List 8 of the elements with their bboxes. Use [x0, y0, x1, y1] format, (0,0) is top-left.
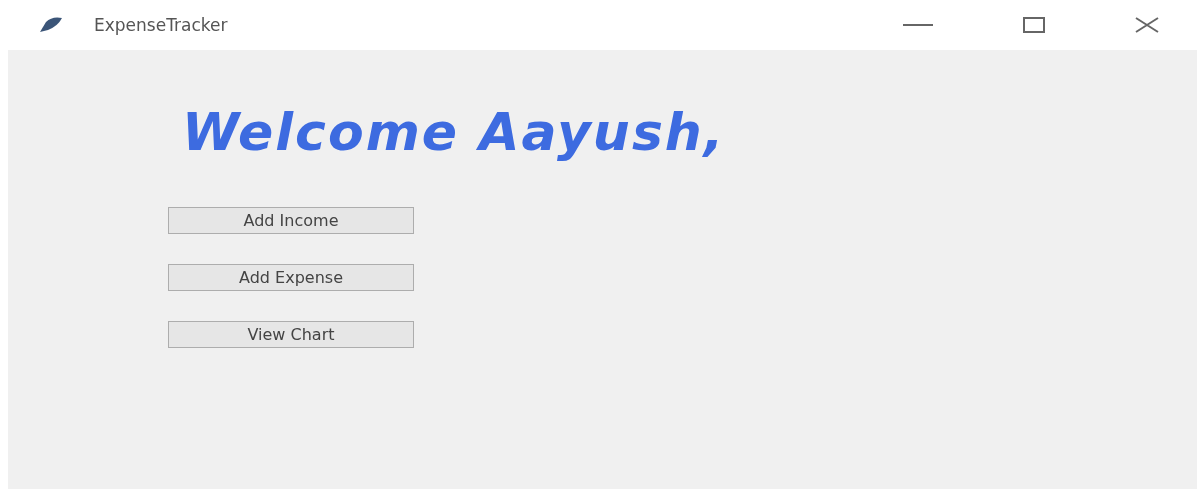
action-button[interactable]: Add Income [168, 207, 414, 234]
feather-icon [38, 16, 64, 34]
maximize-icon[interactable] [1023, 17, 1045, 33]
action-button[interactable]: View Chart [168, 321, 414, 348]
welcome-heading: Welcome Aayush, [182, 102, 727, 162]
window-title: ExpenseTracker [94, 15, 228, 35]
action-button[interactable]: Add Expense [168, 264, 414, 291]
close-icon[interactable] [1135, 17, 1159, 33]
